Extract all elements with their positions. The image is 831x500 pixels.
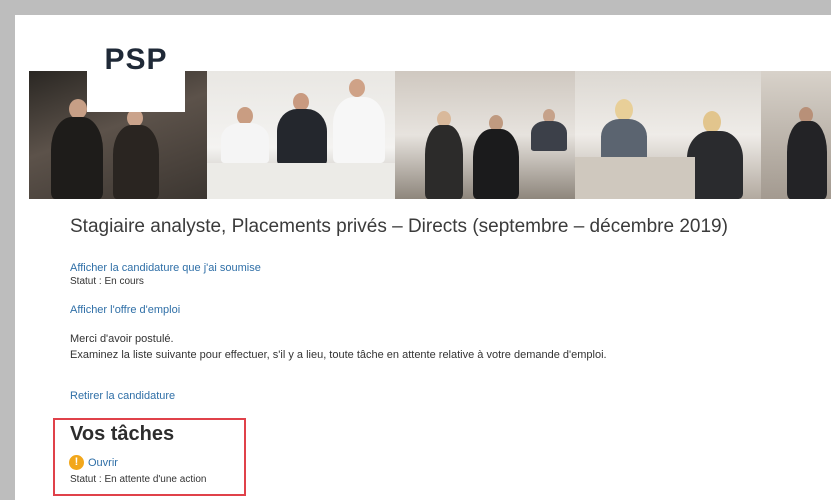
banner-photo-2 (207, 71, 395, 199)
thanks-message: Merci d'avoir postulé. (70, 333, 174, 345)
tasks-heading: Vos tâches (70, 423, 175, 445)
banner-photo-5 (761, 71, 831, 199)
logo-text: PSP (104, 43, 168, 76)
banner-photo-3 (395, 71, 575, 199)
banner-photo-4 (575, 71, 761, 199)
task-open-link[interactable]: Ouvrir (88, 457, 118, 469)
warning-icon: ! (69, 455, 84, 470)
withdraw-application-link[interactable]: Retirer la candidature (70, 390, 175, 402)
view-submitted-application-link[interactable]: Afficher la candidature que j'ai soumise (70, 262, 261, 274)
page-container: PSP Stagiaire analyste, Placements privé… (15, 15, 831, 500)
application-status: Statut : En cours (70, 276, 144, 287)
task-status: Statut : En attente d'une action (70, 474, 207, 485)
view-job-offer-link[interactable]: Afficher l'offre d'emploi (70, 304, 180, 316)
company-logo: PSP (87, 29, 185, 112)
job-title: Stagiaire analyste, Placements privés – … (70, 216, 728, 237)
instructions-message: Examinez la liste suivante pour effectue… (70, 349, 607, 361)
